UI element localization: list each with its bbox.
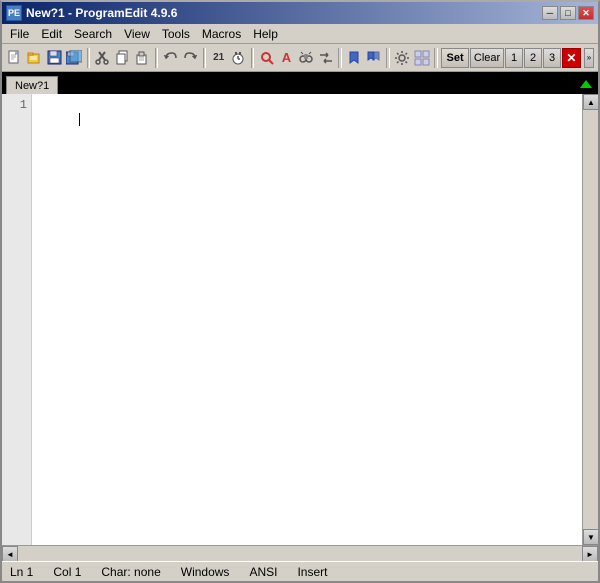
settings-button[interactable] [393, 47, 412, 69]
save-all-button[interactable] [65, 47, 84, 69]
scroll-down-button[interactable]: ▼ [583, 529, 598, 545]
menu-tools[interactable]: Tools [156, 25, 196, 43]
status-char: Char: none [101, 565, 160, 579]
copy-button[interactable] [113, 47, 132, 69]
close-button[interactable]: ✕ [578, 6, 594, 20]
tab-new1[interactable]: New?1 [6, 76, 58, 94]
sep4 [251, 48, 255, 68]
status-ln: Ln 1 [10, 565, 33, 579]
scroll-track-v[interactable] [583, 110, 598, 529]
menu-search[interactable]: Search [68, 25, 118, 43]
replace-button[interactable] [317, 47, 336, 69]
status-bar: Ln 1 Col 1 Char: none Windows ANSI Inser… [2, 561, 598, 581]
menu-bar: File Edit Search View Tools Macros Help [2, 24, 598, 44]
bookmark-toggle-button[interactable] [345, 47, 364, 69]
tab-scroll-arrow [578, 78, 598, 94]
undo-button[interactable] [161, 47, 180, 69]
open-button[interactable] [26, 47, 45, 69]
num1-button[interactable]: 1 [505, 48, 523, 68]
status-encoding: ANSI [249, 565, 277, 579]
status-mode: Insert [297, 565, 327, 579]
menu-macros[interactable]: Macros [196, 25, 247, 43]
datetime-button[interactable] [229, 47, 248, 69]
horizontal-scrollbar[interactable]: ◄ ► [2, 545, 598, 561]
minimize-button[interactable]: ─ [542, 6, 558, 20]
save-button[interactable] [45, 47, 64, 69]
menu-help[interactable]: Help [247, 25, 284, 43]
x-button[interactable]: ✕ [562, 48, 581, 68]
window-controls: ─ □ ✕ [542, 6, 594, 20]
redo-button[interactable] [181, 47, 200, 69]
set-button[interactable]: Set [441, 48, 469, 68]
window-title: New?1 - ProgramEdit 4.9.6 [26, 6, 542, 20]
tab-bar: New?1 [2, 72, 598, 94]
cursor-indicator [79, 112, 80, 126]
line-num-button[interactable]: 21 [209, 47, 228, 69]
bookmark-list-button[interactable] [365, 47, 384, 69]
bottom-area: ◄ ► Ln 1 Col 1 Char: none Windows ANSI I… [2, 545, 598, 581]
grid-button[interactable] [413, 47, 432, 69]
sep2 [155, 48, 159, 68]
num2-button[interactable]: 2 [524, 48, 542, 68]
editor-area: 1 ▲ ▼ [2, 94, 598, 545]
scroll-left-button[interactable]: ◄ [2, 546, 18, 562]
sep5 [338, 48, 342, 68]
title-bar: PE New?1 - ProgramEdit 4.9.6 ─ □ ✕ [2, 2, 598, 24]
paste-button[interactable] [133, 47, 152, 69]
find-button[interactable] [257, 47, 276, 69]
menu-file[interactable]: File [4, 25, 35, 43]
main-window: PE New?1 - ProgramEdit 4.9.6 ─ □ ✕ File … [0, 0, 600, 583]
num3-button[interactable]: 3 [543, 48, 561, 68]
cut-button[interactable] [93, 47, 112, 69]
vertical-scrollbar[interactable]: ▲ ▼ [582, 94, 598, 545]
sep3 [203, 48, 207, 68]
clear-button[interactable]: Clear [470, 48, 504, 68]
toolbar: 21 A [2, 44, 598, 72]
restore-button[interactable]: □ [560, 6, 576, 20]
sep6 [386, 48, 390, 68]
app-icon: PE [6, 5, 22, 21]
scroll-track-h[interactable] [18, 546, 582, 561]
sep1 [87, 48, 91, 68]
scroll-right-button[interactable]: ► [582, 546, 598, 562]
menu-view[interactable]: View [118, 25, 156, 43]
editor-content[interactable] [32, 94, 582, 545]
text-cursor [79, 113, 80, 126]
status-col: Col 1 [53, 565, 81, 579]
sep7 [434, 48, 438, 68]
toolbar-expand-button[interactable]: » [584, 48, 594, 68]
line-number-1: 1 [4, 98, 27, 112]
color-text-button[interactable]: A [277, 47, 296, 69]
binoculars-button[interactable] [297, 47, 316, 69]
line-numbers: 1 [2, 94, 32, 545]
menu-edit[interactable]: Edit [35, 25, 68, 43]
scroll-up-button[interactable]: ▲ [583, 94, 598, 110]
status-os: Windows [181, 565, 230, 579]
new-button[interactable] [6, 47, 25, 69]
